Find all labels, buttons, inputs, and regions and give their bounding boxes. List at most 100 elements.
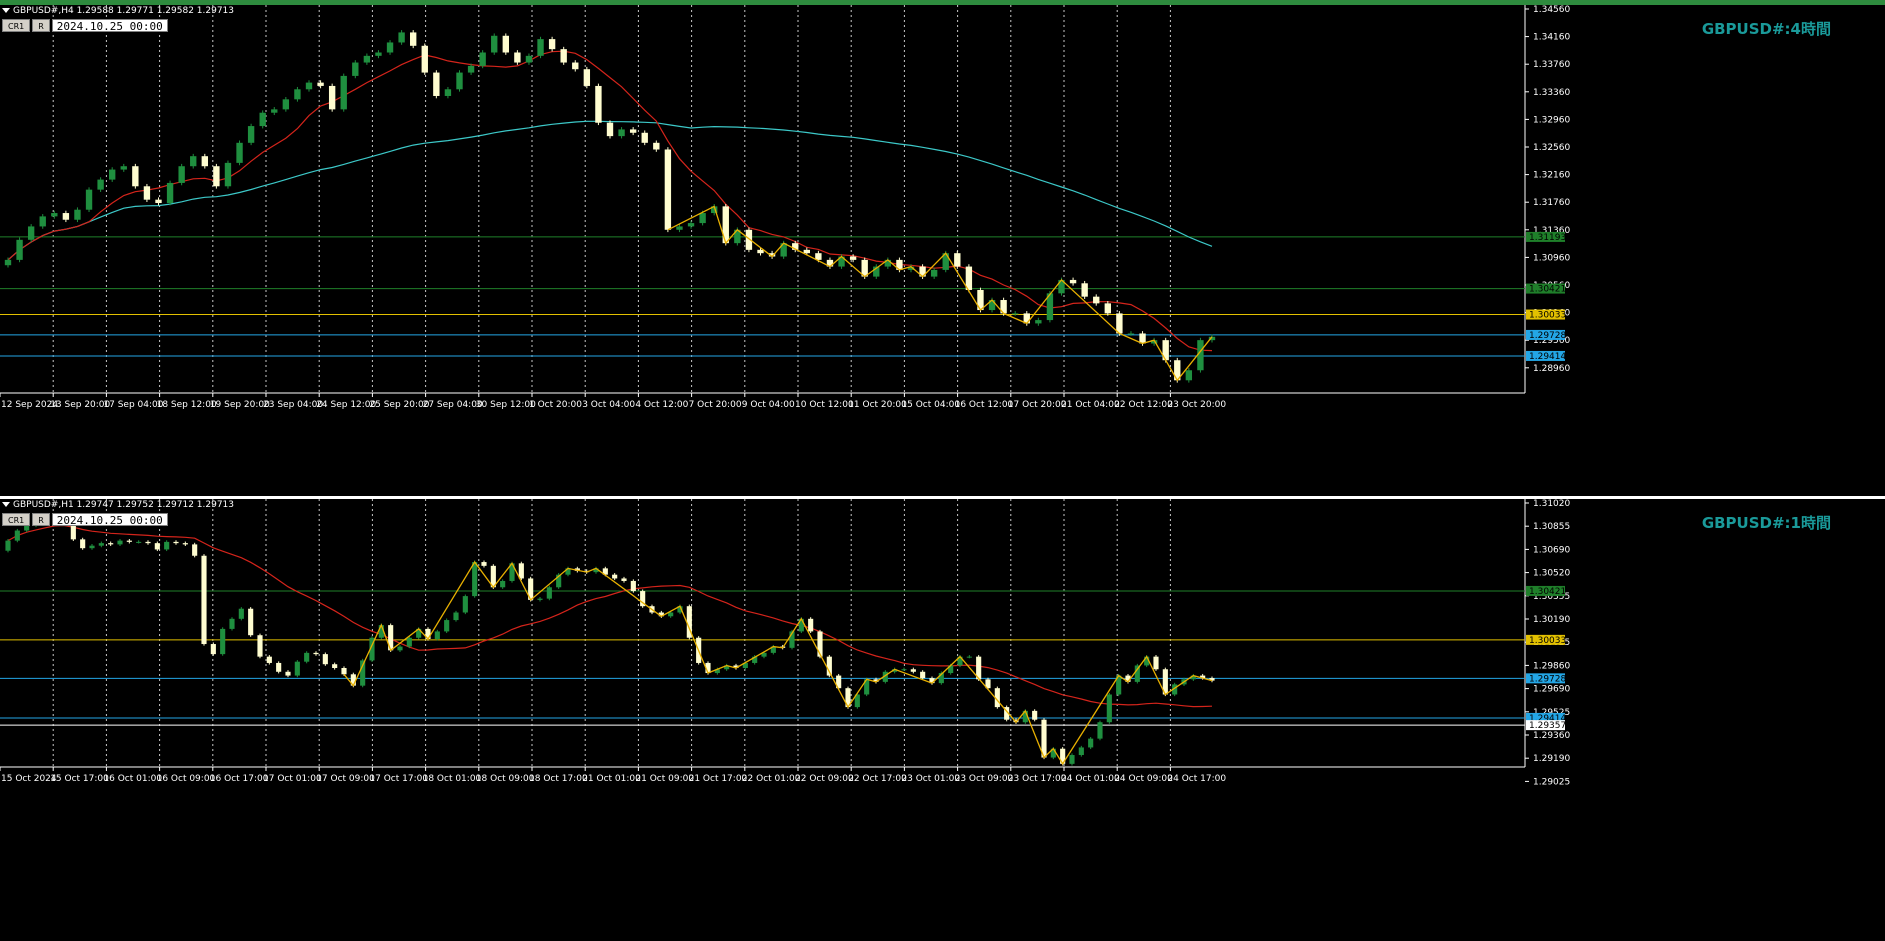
date-box[interactable]: 2024.10.25 00:00	[51, 19, 168, 33]
price-label: 1.30421	[1529, 587, 1566, 597]
candle-up	[1088, 738, 1094, 748]
ma-fast-line	[7, 50, 1213, 352]
candle-up	[98, 543, 104, 546]
candle-up	[1185, 370, 1193, 381]
candle-down	[910, 669, 916, 672]
candle-down	[322, 654, 328, 665]
price-tick-label: 1.28960	[1533, 364, 1570, 374]
candle-up	[97, 179, 104, 190]
candle-up	[668, 612, 674, 617]
candle-up	[901, 669, 907, 671]
candle-up	[282, 99, 290, 110]
price-tick-label: 1.33360	[1533, 88, 1570, 98]
candle-up	[966, 656, 972, 658]
candle-up	[537, 598, 543, 600]
time-tick-label: 11 Oct 20:00	[848, 400, 907, 410]
cr1-button[interactable]: CR1	[2, 19, 31, 32]
pane-header-h4: GBPUSD#,H4 1.29588 1.29771 1.29582 1.297…	[2, 6, 234, 16]
candle-up	[24, 525, 30, 531]
candle-down	[192, 544, 198, 556]
candle-down	[1153, 656, 1159, 670]
candle-up	[687, 223, 695, 227]
candle-up	[1078, 747, 1084, 756]
candle-up	[85, 189, 93, 210]
price-tick-label: 1.32560	[1533, 143, 1570, 153]
candle-down	[572, 62, 579, 70]
price-label: 1.29728	[1529, 331, 1566, 341]
candle-down	[266, 656, 272, 663]
candle-up	[434, 631, 440, 639]
candle-up	[340, 75, 347, 110]
candle-up	[537, 39, 544, 56]
price-tick-label: 1.30520	[1533, 569, 1570, 579]
candle-up	[462, 596, 468, 613]
date-box[interactable]: 2024.10.25 00:00	[51, 513, 168, 527]
candle-down	[641, 132, 648, 143]
candle-up	[16, 239, 23, 260]
cr1-button[interactable]: CR1	[2, 513, 31, 526]
candle-down	[920, 671, 926, 679]
candle-down	[606, 122, 614, 137]
candle-down	[548, 39, 556, 50]
candle-up	[546, 587, 552, 599]
r-button[interactable]: R	[32, 19, 50, 32]
candle-up	[5, 540, 11, 551]
time-tick-label: 15 Oct 2024	[1, 774, 57, 784]
price-tick-label: 1.29360	[1533, 731, 1570, 741]
time-tick-label: 15 Oct 17:00	[50, 774, 109, 784]
candle-down	[341, 667, 347, 675]
candle-down	[332, 664, 338, 668]
time-tick-label: 24 Oct 09:00	[1114, 774, 1173, 784]
symbol-label: GBPUSD#:1時間	[1701, 514, 1831, 532]
chart-pane-h4[interactable]: 12 Sep 2024 13 Sep 20:00 17 Sep 04:00 18 Se…	[0, 5, 1885, 496]
chart-pane-h1[interactable]: 15 Oct 2024 15 Oct 17:00 16 Oct 01:00 16 Oc…	[0, 499, 1885, 941]
candle-down	[1069, 279, 1077, 284]
candle-down	[201, 555, 207, 645]
time-tick-label: 21 Oct 04:00	[1061, 400, 1120, 410]
candle-up	[229, 618, 235, 629]
time-tick-label: 22 Oct 17:00	[848, 774, 907, 784]
chart-h4[interactable]: 12 Sep 202413 Sep 20:0017 Sep 04:0018 Se…	[0, 5, 1885, 496]
candle-down	[1081, 283, 1088, 297]
price-tick-label: 1.33760	[1533, 60, 1570, 70]
candle-down	[1116, 313, 1123, 334]
candle-up	[398, 32, 405, 43]
candle-down	[653, 142, 660, 150]
collapse-triangle-icon[interactable]	[2, 8, 10, 13]
chart-h1[interactable]: 15 Oct 202415 Oct 17:0016 Oct 01:0016 Oc…	[0, 499, 1885, 941]
collapse-triangle-icon[interactable]	[2, 502, 10, 507]
candle-up	[1069, 755, 1075, 764]
time-tick-label: 24 Oct 17:00	[1167, 774, 1226, 784]
candle-down	[481, 562, 487, 566]
price-label: 1.30033	[1529, 636, 1566, 646]
candle-up	[1012, 313, 1019, 315]
candle-up	[676, 226, 683, 230]
candle-up	[74, 209, 81, 220]
candle-up	[699, 213, 706, 224]
candle-up	[1127, 333, 1135, 335]
time-tick-label: 22 Oct 01:00	[742, 774, 801, 784]
candle-up	[178, 166, 185, 183]
candle-up	[164, 541, 170, 550]
candle-up	[453, 612, 459, 621]
candle-up	[120, 166, 127, 170]
candle-down	[664, 149, 672, 230]
candle-down	[630, 580, 636, 592]
price-tick-label: 1.30190	[1533, 615, 1570, 625]
candle-up	[190, 156, 197, 167]
candle-down	[518, 563, 524, 579]
time-tick-label: 24 Sep 12:00	[316, 400, 376, 410]
candle-up	[4, 259, 12, 266]
candle-up	[479, 52, 486, 66]
time-tick-label: 9 Oct 04:00	[742, 400, 795, 410]
price-label: 1.30421	[1529, 285, 1566, 295]
candle-up	[304, 652, 310, 662]
price-tick-label: 1.34160	[1533, 33, 1570, 43]
price-tick-label: 1.29690	[1533, 685, 1570, 695]
time-tick-label: 22 Oct 09:00	[795, 774, 854, 784]
time-tick-label: 3 Oct 04:00	[582, 400, 635, 410]
candle-up	[259, 112, 266, 127]
time-tick-label: 15 Oct 04:00	[901, 400, 960, 410]
time-tick-label: 17 Oct 17:00	[369, 774, 428, 784]
r-button[interactable]: R	[32, 513, 50, 526]
